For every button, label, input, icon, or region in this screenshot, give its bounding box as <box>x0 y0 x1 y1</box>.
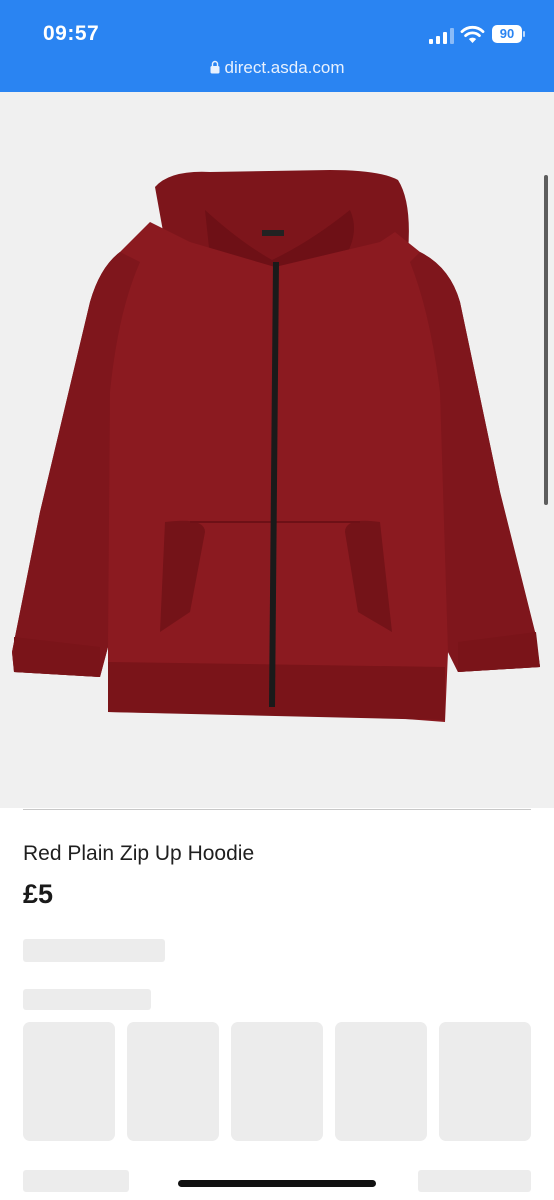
home-indicator[interactable] <box>178 1180 376 1187</box>
hoodie-image <box>12 170 540 722</box>
url-text: direct.asda.com <box>224 58 345 77</box>
lock-icon <box>210 60 219 74</box>
address-bar[interactable]: direct.asda.com <box>0 58 554 82</box>
skeleton-size-tile <box>439 1022 531 1141</box>
skeleton-placeholder <box>418 1170 531 1192</box>
skeleton-size-tile <box>335 1022 427 1141</box>
battery-icon: 90 <box>492 25 526 43</box>
skeleton-size-tile <box>23 1022 115 1141</box>
status-bar: 09:57 90 direct.asda.com <box>0 0 554 92</box>
product-image[interactable] <box>0 92 554 808</box>
wifi-icon <box>460 25 485 43</box>
skeleton-size-tile <box>231 1022 323 1141</box>
status-time: 09:57 <box>43 22 100 45</box>
skeleton-placeholder <box>23 989 151 1010</box>
divider <box>23 809 531 810</box>
product-price: £5 <box>23 879 54 909</box>
scroll-indicator[interactable] <box>544 175 548 505</box>
cellular-signal-icon <box>429 28 454 44</box>
product-title: Red Plain Zip Up Hoodie <box>23 842 255 865</box>
skeleton-placeholder <box>23 1170 129 1192</box>
battery-level: 90 <box>492 25 522 43</box>
skeleton-placeholder <box>23 939 165 962</box>
skeleton-size-tile <box>127 1022 219 1141</box>
